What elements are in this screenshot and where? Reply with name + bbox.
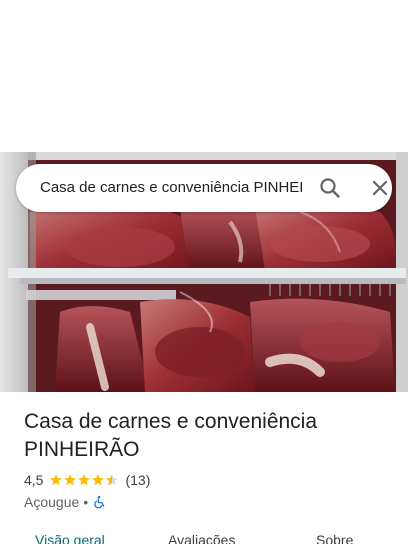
star-icon xyxy=(78,474,91,486)
tab-about[interactable]: Sobre xyxy=(316,532,353,544)
tab-overview[interactable]: Visão geral xyxy=(35,532,105,544)
tab-bar: Visão geral Avaliações Sobre xyxy=(0,528,408,544)
tab-reviews[interactable]: Avaliações xyxy=(168,532,235,544)
search-bar[interactable]: Casa de carnes e conveniência PINHEIRÃO xyxy=(16,164,392,212)
close-icon[interactable] xyxy=(368,176,392,200)
place-title: Casa de carnes e conveniência PINHEIRÃO xyxy=(24,410,318,461)
search-input[interactable]: Casa de carnes e conveniência PINHEIRÃO xyxy=(40,178,304,198)
search-icon[interactable] xyxy=(318,176,342,200)
place-category: Açougue xyxy=(24,494,80,510)
wheelchair-icon xyxy=(92,495,106,509)
review-count[interactable]: (13) xyxy=(125,472,150,488)
rating-row[interactable]: 4,5 (13) xyxy=(24,470,150,490)
star-half-icon xyxy=(106,474,119,486)
star-icon xyxy=(50,474,63,486)
separator-dot: • xyxy=(83,494,89,510)
rating-value: 4,5 xyxy=(24,472,44,488)
star-icon xyxy=(64,474,77,486)
category-row: Açougue • xyxy=(24,492,106,512)
star-icon xyxy=(92,474,105,486)
rating-stars xyxy=(49,473,119,487)
